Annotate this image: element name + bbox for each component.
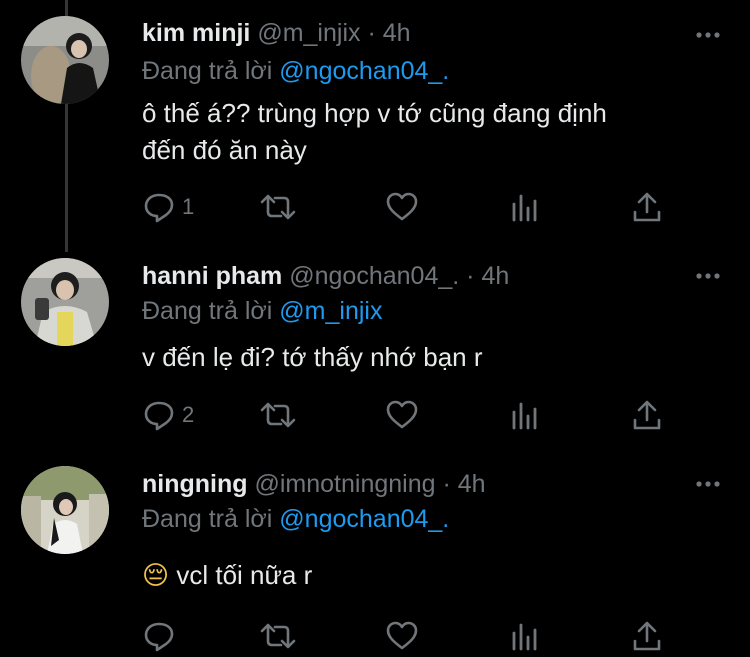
user-handle[interactable]: @m_injix — [257, 19, 360, 47]
tweet-header: ningning @imnotningning · 4h — [142, 468, 486, 500]
tweet-ningning[interactable]: ningning @imnotningning · 4h Đang trả lờ… — [0, 460, 750, 657]
like-icon — [386, 621, 418, 650]
reply-icon — [144, 401, 174, 431]
display-name[interactable]: ningning — [142, 470, 248, 498]
tweet-actions — [142, 619, 682, 653]
replying-to: Đang trả lời @m_injix — [142, 295, 382, 327]
tweet-hanni-pham[interactable]: hanni pham @ngochan04_. · 4h Đang trả lờ… — [0, 252, 750, 460]
retweet-icon — [260, 194, 296, 220]
reply-button[interactable] — [142, 619, 182, 653]
views-button[interactable] — [510, 398, 540, 432]
tweet-header: kim minji @m_injix · 4h — [142, 17, 411, 49]
more-icon[interactable] — [694, 25, 722, 45]
avatar[interactable] — [21, 466, 109, 554]
display-name[interactable]: hanni pham — [142, 262, 282, 290]
avatar[interactable] — [21, 16, 109, 104]
reply-button[interactable]: 2 — [142, 398, 194, 432]
retweet-button[interactable] — [259, 190, 297, 224]
tweet-text-line: v đến lẹ đi? tớ thấy nhớ bạn r — [142, 342, 483, 372]
share-icon — [633, 400, 661, 430]
replying-to-label: Đang trả lời — [142, 505, 273, 533]
more-icon[interactable] — [694, 266, 722, 286]
tweet-text: v đến lẹ đi? tớ thấy nhớ bạn r — [142, 339, 702, 376]
views-button[interactable] — [510, 190, 540, 224]
views-icon — [512, 623, 537, 651]
replying-to: Đang trả lời @ngochan04_. — [142, 503, 449, 535]
reply-icon — [144, 622, 174, 652]
replying-to-mention[interactable]: @ngochan04_. — [279, 57, 449, 85]
pensive-face-emoji: 😔 — [142, 561, 170, 591]
views-icon — [512, 194, 537, 222]
display-name[interactable]: kim minji — [142, 19, 250, 47]
retweet-button[interactable] — [259, 398, 297, 432]
share-button[interactable] — [631, 190, 663, 224]
replying-to-mention[interactable]: @ngochan04_. — [279, 505, 449, 533]
reply-button[interactable]: 1 — [142, 190, 194, 224]
tweet-text: ô thế á?? trùng hợp v tớ cũng đang định … — [142, 95, 702, 169]
separator-dot: · — [442, 470, 451, 498]
reply-count: 2 — [182, 402, 195, 427]
like-button[interactable] — [385, 619, 419, 653]
tweet-text: 😔 vcl tối nữa r — [142, 557, 702, 595]
replying-to: Đang trả lời @ngochan04_. — [142, 55, 449, 87]
views-button[interactable] — [510, 619, 540, 653]
like-icon — [386, 192, 418, 221]
like-button[interactable] — [385, 190, 419, 224]
share-button[interactable] — [631, 398, 663, 432]
reply-icon — [144, 193, 174, 223]
avatar[interactable] — [21, 258, 109, 346]
tweet-text-line: ô thế á?? trùng hợp v tớ cũng đang định — [142, 98, 607, 128]
tweet-text-line: 😔 vcl tối nữa r — [142, 557, 702, 595]
timestamp[interactable]: 4h — [458, 470, 486, 498]
retweet-icon — [260, 402, 296, 428]
separator-dot: · — [367, 19, 376, 47]
like-button[interactable] — [385, 398, 419, 432]
user-handle[interactable]: @ngochan04_. — [289, 262, 459, 290]
tweet-actions: 1 — [142, 190, 682, 224]
replying-to-label: Đang trả lời — [142, 57, 273, 85]
share-icon — [633, 192, 661, 222]
more-icon[interactable] — [694, 474, 722, 494]
tweet-kim-minji[interactable]: kim minji @m_injix · 4h Đang trả lời @ng… — [0, 0, 750, 252]
retweet-button[interactable] — [259, 619, 297, 653]
tweet-header: hanni pham @ngochan04_. · 4h — [142, 260, 509, 292]
reply-count: 1 — [182, 194, 195, 219]
replying-to-mention[interactable]: @m_injix — [279, 297, 382, 325]
replying-to-label: Đang trả lời — [142, 297, 273, 325]
tweet-text-line: đến đó ăn này — [142, 135, 307, 165]
share-icon — [633, 621, 661, 651]
retweet-icon — [260, 623, 296, 649]
views-icon — [512, 402, 537, 430]
share-button[interactable] — [631, 619, 663, 653]
like-icon — [386, 400, 418, 429]
user-handle[interactable]: @imnotningning — [254, 470, 435, 498]
timestamp[interactable]: 4h — [481, 262, 509, 290]
tweet-text-content: vcl tối nữa r — [176, 560, 313, 590]
tweet-actions: 2 — [142, 398, 682, 432]
separator-dot: · — [466, 262, 475, 290]
timestamp[interactable]: 4h — [383, 19, 411, 47]
